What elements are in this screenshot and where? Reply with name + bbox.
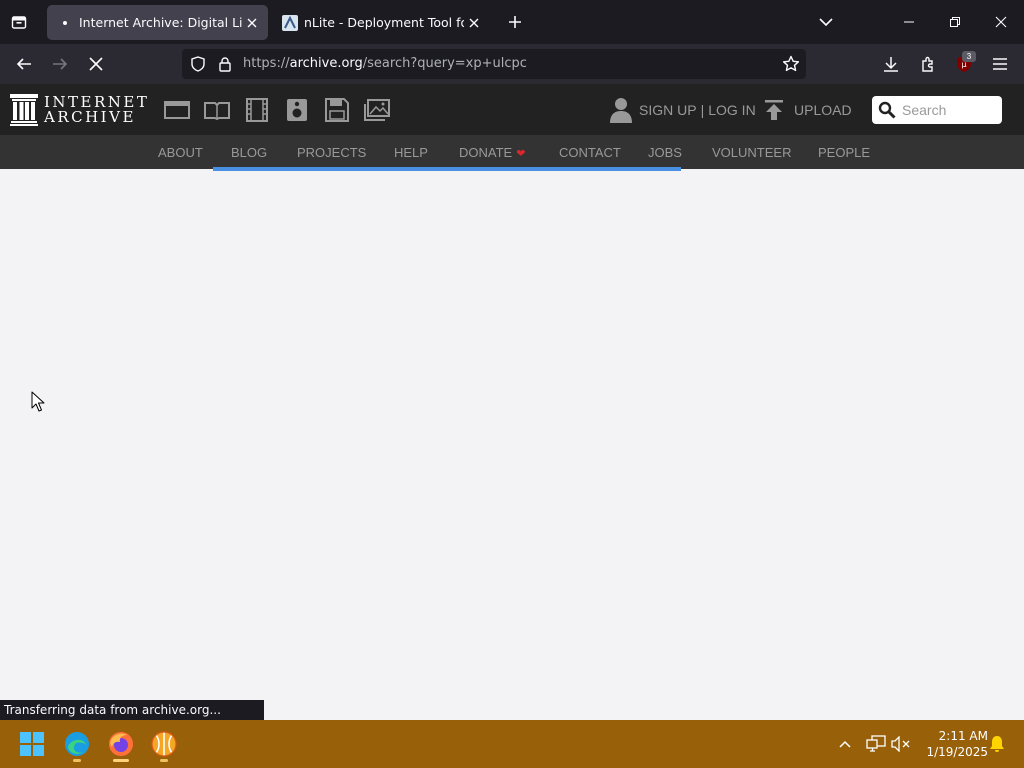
ia-search-box bbox=[872, 96, 1002, 124]
nav-people[interactable]: PEOPLE bbox=[818, 135, 870, 169]
web-icon[interactable] bbox=[164, 97, 190, 123]
windows-taskbar: 2:11 AM 1/19/2025 bbox=[0, 720, 1024, 768]
browser-nav-bar: https://archive.org/search?query=xp+ulcp… bbox=[0, 44, 1024, 84]
video-icon[interactable] bbox=[244, 97, 270, 123]
ia-logo[interactable]: INTERNET ARCHIVE bbox=[10, 94, 149, 126]
nav-donate[interactable]: DONATE ❤ bbox=[459, 135, 525, 169]
firefox-view-icon[interactable] bbox=[8, 11, 30, 33]
tab-loading-icon bbox=[57, 15, 73, 31]
windows-start-icon[interactable] bbox=[12, 724, 52, 764]
search-icon[interactable] bbox=[878, 101, 896, 119]
nav-contact[interactable]: CONTACT bbox=[559, 135, 621, 169]
close-tab-icon[interactable] bbox=[464, 13, 484, 33]
account-links: SIGN UP | LOG IN bbox=[610, 96, 756, 124]
nav-help[interactable]: HELP bbox=[394, 135, 428, 169]
app-running-indicator bbox=[160, 759, 168, 762]
upload-icon bbox=[765, 100, 783, 120]
nav-about[interactable]: ABOUT bbox=[158, 135, 203, 169]
extension-badge: 3 bbox=[962, 51, 976, 62]
search-input[interactable] bbox=[902, 102, 998, 118]
lock-icon[interactable] bbox=[218, 56, 232, 77]
tab-title: nLite - Deployment Tool for the bbox=[304, 15, 464, 30]
account-separator: | bbox=[700, 102, 705, 118]
list-all-tabs-icon[interactable] bbox=[815, 11, 837, 33]
bookmark-star-icon[interactable] bbox=[782, 55, 800, 78]
address-bar[interactable]: https://archive.org/search?query=xp+ulcp… bbox=[182, 49, 806, 79]
url-text: https://archive.org/search?query=xp+ulcp… bbox=[243, 56, 527, 71]
clock-date: 1/19/2025 bbox=[926, 745, 988, 759]
close-tab-icon[interactable] bbox=[242, 13, 262, 33]
restore-icon[interactable] bbox=[932, 0, 978, 44]
images-icon[interactable] bbox=[364, 97, 390, 123]
page-content-loading bbox=[0, 169, 1024, 720]
edge-running-indicator bbox=[73, 759, 81, 762]
system-clock[interactable]: 2:11 AM 1/19/2025 bbox=[918, 728, 988, 760]
logo-line-2: ARCHIVE bbox=[44, 108, 136, 126]
extensions-icon[interactable] bbox=[914, 50, 942, 78]
status-bar: Transferring data from archive.org... bbox=[0, 700, 264, 720]
firefox-active-indicator bbox=[113, 759, 129, 762]
clock-time: 2:11 AM bbox=[938, 729, 988, 743]
tab-internet-archive[interactable]: Internet Archive: Digital Library bbox=[47, 5, 268, 40]
upload-label: UPLOAD bbox=[794, 102, 852, 118]
new-tab-icon[interactable] bbox=[504, 11, 526, 33]
screen: Internet Archive: Digital Library nLite … bbox=[0, 0, 1024, 768]
ia-top-bar: INTERNET ARCHIVE SIGN UP | LOG IN UPLOAD… bbox=[0, 84, 1024, 135]
forward-icon[interactable] bbox=[46, 50, 74, 78]
show-hidden-icons-icon[interactable] bbox=[833, 732, 857, 756]
nav-projects[interactable]: PROJECTS bbox=[297, 135, 366, 169]
firefox-icon[interactable] bbox=[101, 724, 141, 764]
texts-icon[interactable] bbox=[204, 97, 230, 123]
page-loading-bar bbox=[213, 167, 681, 171]
stop-loading-icon[interactable] bbox=[82, 50, 110, 78]
minimize-icon[interactable] bbox=[886, 0, 932, 44]
log-in-link[interactable]: LOG IN bbox=[708, 102, 755, 118]
tab-title: Internet Archive: Digital Library bbox=[79, 15, 242, 30]
mouse-pointer-icon bbox=[31, 391, 45, 417]
sign-up-link[interactable]: SIGN UP bbox=[639, 102, 697, 118]
tracking-protection-icon[interactable] bbox=[190, 56, 206, 77]
archive-building-icon bbox=[10, 94, 38, 126]
close-window-icon[interactable] bbox=[978, 0, 1024, 44]
menu-icon[interactable] bbox=[986, 50, 1014, 78]
notification-bell-icon[interactable] bbox=[985, 732, 1009, 756]
software-icon[interactable] bbox=[324, 97, 350, 123]
edge-icon[interactable] bbox=[57, 724, 97, 764]
upload-link[interactable]: UPLOAD bbox=[764, 96, 852, 124]
nav-volunteer[interactable]: VOLUNTEER bbox=[712, 135, 791, 169]
back-icon[interactable] bbox=[10, 50, 38, 78]
ia-secondary-nav: ABOUT BLOG PROJECTS HELP DONATE ❤ CONTACT… bbox=[0, 135, 1024, 169]
nav-donate-label: DONATE bbox=[459, 145, 513, 160]
user-icon[interactable] bbox=[610, 97, 632, 123]
nav-blog[interactable]: BLOG bbox=[231, 135, 267, 169]
orange-app-icon[interactable] bbox=[144, 724, 184, 764]
ia-logo-text: INTERNET ARCHIVE bbox=[44, 95, 149, 125]
tab-nlite[interactable]: nLite - Deployment Tool for the bbox=[272, 5, 490, 40]
audio-icon[interactable] bbox=[284, 97, 310, 123]
nlite-favicon-icon bbox=[282, 14, 298, 31]
network-icon[interactable] bbox=[864, 732, 888, 756]
nav-jobs[interactable]: JOBS bbox=[648, 135, 682, 169]
volume-muted-icon[interactable] bbox=[889, 732, 913, 756]
browser-tab-strip: Internet Archive: Digital Library nLite … bbox=[0, 0, 1024, 44]
downloads-icon[interactable] bbox=[877, 50, 905, 78]
